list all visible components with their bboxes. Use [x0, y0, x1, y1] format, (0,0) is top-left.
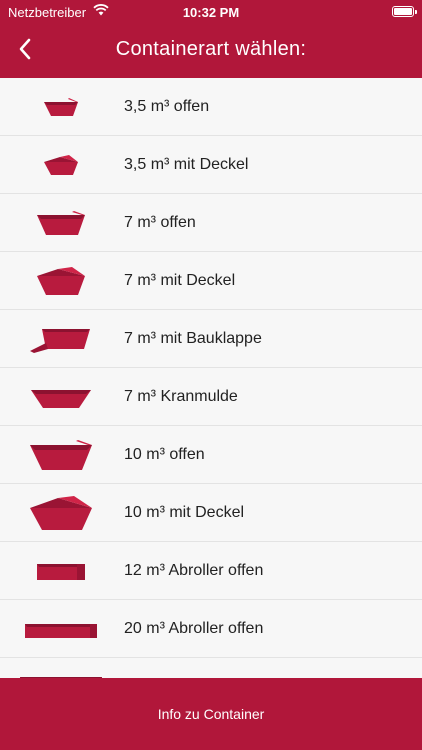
skip-with-flap-icon: [30, 329, 90, 353]
app-header: Netzbetreiber 10:32 PM Containerart wähl…: [0, 0, 422, 78]
open-skip-icon: [37, 211, 85, 235]
lidded-skip-icon: [37, 267, 85, 295]
info-container-button[interactable]: Info zu Container: [0, 678, 422, 750]
crane-skip-icon: [31, 390, 91, 408]
item-label: 3,5 m³ mit Deckel: [124, 155, 249, 173]
large-open-skip-icon: [30, 440, 92, 470]
clock: 10:32 PM: [182, 5, 240, 20]
small-open-skip-icon: [44, 98, 78, 116]
page-title: Containerart wählen:: [115, 38, 307, 60]
list-item-3-5-open[interactable]: 3,5 m³ offen: [0, 78, 422, 136]
item-label: 12 m³ Abroller offen: [124, 561, 264, 579]
list-item-10-lid[interactable]: 10 m³ mit Deckel: [0, 484, 422, 542]
item-label: 7 m³ mit Deckel: [124, 271, 236, 289]
list-item-7-crane[interactable]: 7 m³ Kranmulde: [0, 368, 422, 426]
item-label: 7 m³ Kranmulde: [124, 387, 238, 405]
item-label: 10 m³ offen: [124, 445, 205, 463]
roll-off-container-icon: [20, 677, 102, 678]
roll-off-container-icon: [37, 564, 85, 580]
navigation-bar: Containerart wählen:: [0, 24, 422, 78]
container-type-list: 3,5 m³ offen 3,5 m³ mit Deckel 7 m³ offe…: [0, 78, 422, 678]
item-label: 7 m³ mit Bauklappe: [124, 329, 262, 347]
item-label: 20 m³ Abroller offen: [124, 619, 264, 637]
list-item-10-open[interactable]: 10 m³ offen: [0, 426, 422, 484]
info-container-label: Info zu Container: [157, 706, 265, 722]
list-item-7-open[interactable]: 7 m³ offen: [0, 194, 422, 252]
list-item-3-5-lid[interactable]: 3,5 m³ mit Deckel: [0, 136, 422, 194]
list-item-20-roll-off[interactable]: 20 m³ Abroller offen: [0, 600, 422, 658]
large-lidded-skip-icon: [30, 496, 92, 530]
status-bar: Netzbetreiber 10:32 PM: [0, 0, 422, 24]
battery-icon: [392, 6, 417, 17]
list-item-partial[interactable]: [0, 658, 422, 678]
list-item-12-roll-off[interactable]: 12 m³ Abroller offen: [0, 542, 422, 600]
large-roll-off-container-icon: [25, 624, 97, 638]
list-item-7-flap[interactable]: 7 m³ mit Bauklappe: [0, 310, 422, 368]
item-label: 10 m³ mit Deckel: [124, 503, 245, 521]
small-lidded-skip-icon: [44, 155, 78, 175]
list-item-7-lid[interactable]: 7 m³ mit Deckel: [0, 252, 422, 310]
item-label: 3,5 m³ offen: [124, 97, 210, 115]
item-label: 7 m³ offen: [124, 213, 196, 231]
